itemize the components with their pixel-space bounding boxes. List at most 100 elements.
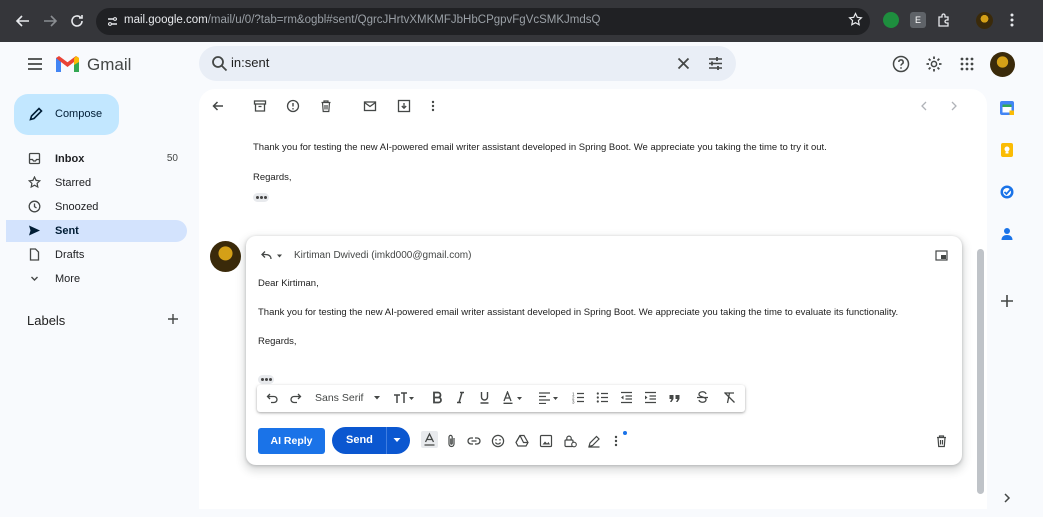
inbox-unread-count: 50 (166, 153, 178, 164)
send-options-icon[interactable] (392, 436, 402, 444)
send-button[interactable]: Send (332, 427, 410, 454)
chevron-down-icon[interactable] (373, 395, 381, 401)
draft-icon (29, 248, 40, 261)
reply-compose-card: Kirtiman Dwivedi (imkd000@gmail.com) Dea… (246, 236, 962, 465)
star-icon (28, 176, 41, 189)
delete-trash-icon[interactable] (319, 99, 333, 113)
newer-message-icon[interactable] (918, 99, 930, 113)
insert-signature-icon[interactable] (587, 434, 601, 448)
extension-e-icon[interactable]: E (910, 12, 926, 28)
insert-emoji-icon[interactable] (491, 434, 505, 448)
bulleted-list-icon[interactable] (596, 391, 609, 404)
older-message-icon[interactable] (948, 99, 960, 113)
recipient-field[interactable]: Kirtiman Dwivedi (imkd000@gmail.com) (294, 250, 471, 261)
kebab-menu-icon[interactable] (1004, 12, 1020, 28)
help-icon[interactable] (892, 55, 910, 73)
strikethrough-icon[interactable] (696, 391, 709, 404)
remove-formatting-icon[interactable] (723, 391, 736, 404)
reload-icon[interactable] (68, 12, 86, 30)
settings-gear-icon[interactable] (925, 55, 943, 73)
contacts-icon[interactable] (999, 226, 1015, 242)
numbered-list-icon[interactable]: 123 (572, 391, 585, 404)
sidebar-item-more[interactable]: More (14, 268, 186, 290)
extensions-puzzle-icon[interactable] (936, 12, 952, 28)
sidebar-item-drafts[interactable]: Drafts (14, 244, 186, 266)
search-bar (199, 46, 736, 81)
main-menu-icon[interactable] (26, 55, 44, 73)
sidebar-item-label: Inbox (55, 153, 85, 165)
ai-reply-button[interactable]: AI Reply (258, 428, 325, 454)
sidebar-item-snoozed[interactable]: Snoozed (14, 196, 186, 218)
browser-toolbar: mail.google.com/mail/u/0/?tab=rm&ogbl#se… (0, 0, 1043, 42)
font-size-icon[interactable] (393, 391, 415, 404)
indent-more-icon[interactable] (644, 391, 657, 404)
search-input[interactable] (231, 55, 651, 70)
back-to-list-icon[interactable] (211, 99, 225, 113)
bold-icon[interactable] (432, 391, 443, 404)
italic-icon[interactable] (455, 391, 466, 404)
confidential-mode-icon[interactable] (563, 434, 577, 448)
forward-arrow-icon[interactable] (41, 12, 59, 30)
show-trimmed-content-icon[interactable] (258, 375, 274, 384)
sidebar-item-sent[interactable]: Sent (6, 220, 187, 242)
report-spam-icon[interactable] (286, 99, 300, 113)
search-options-icon[interactable] (707, 55, 724, 72)
scrollbar-thumb[interactable] (977, 249, 984, 494)
get-add-ons-icon[interactable] (999, 293, 1015, 309)
insert-drive-icon[interactable] (515, 434, 529, 448)
extension-green-icon[interactable] (883, 12, 899, 28)
formatting-toolbar: Sans Serif 123 (257, 385, 745, 412)
archive-icon[interactable] (253, 99, 267, 113)
sender-avatar (210, 241, 241, 272)
clear-search-icon[interactable] (675, 55, 692, 72)
redo-icon[interactable] (289, 391, 302, 404)
move-to-icon[interactable] (397, 99, 411, 113)
calendar-icon[interactable] (999, 100, 1015, 116)
discard-draft-icon[interactable] (935, 434, 948, 448)
back-arrow-icon[interactable] (14, 12, 32, 30)
reply-type-icon[interactable] (260, 250, 288, 262)
more-options-icon[interactable] (429, 99, 437, 113)
sidebar-item-label: More (55, 273, 81, 285)
sidebar-item-label: Drafts (55, 249, 85, 261)
reply-signoff[interactable]: Regards, (258, 336, 297, 347)
indent-less-icon[interactable] (620, 391, 633, 404)
chevron-down-icon (31, 276, 38, 281)
insert-link-icon[interactable] (467, 434, 481, 448)
sidebar-item-label: Starred (55, 177, 92, 189)
align-icon[interactable] (538, 391, 560, 404)
gmail-wordmark[interactable]: Gmail (87, 55, 131, 75)
address-bar[interactable]: mail.google.com/mail/u/0/?tab=rm&ogbl#se… (96, 8, 870, 35)
more-options-icon[interactable] (613, 434, 619, 448)
sidebar-item-label: Snoozed (55, 201, 99, 213)
keep-icon[interactable] (999, 142, 1015, 158)
sidebar-item-inbox[interactable]: Inbox 50 (14, 148, 186, 170)
mark-unread-icon[interactable] (363, 99, 377, 113)
gmail-logo-icon[interactable] (55, 55, 80, 74)
underline-icon[interactable] (479, 391, 490, 404)
text-color-icon[interactable] (502, 391, 524, 404)
tasks-icon[interactable] (999, 184, 1015, 200)
apps-grid-icon[interactable] (958, 55, 976, 73)
attach-file-icon[interactable] (446, 434, 458, 448)
reply-greeting[interactable]: Dear Kirtiman, (258, 278, 319, 289)
undo-icon[interactable] (266, 391, 279, 404)
add-label-icon[interactable] (166, 312, 180, 326)
expand-side-panel-icon[interactable] (1001, 491, 1013, 505)
font-family-select[interactable]: Sans Serif (315, 392, 363, 404)
insert-photo-icon[interactable] (539, 434, 553, 448)
profile-avatar[interactable] (976, 12, 993, 29)
bookmark-star-icon[interactable] (848, 12, 863, 27)
compose-button[interactable]: Compose (14, 94, 119, 135)
send-divider (386, 427, 387, 454)
account-avatar[interactable] (990, 52, 1015, 77)
site-settings-icon[interactable] (106, 15, 119, 28)
sidebar-item-starred[interactable]: Starred (14, 172, 186, 194)
quote-icon[interactable] (668, 391, 681, 404)
pop-out-reply-icon[interactable] (935, 250, 948, 261)
reply-body-text[interactable]: Thank you for testing the new AI-powered… (258, 307, 898, 318)
show-trimmed-content-icon[interactable] (253, 193, 269, 202)
search-icon[interactable] (211, 55, 228, 72)
formatting-options-icon[interactable] (421, 431, 438, 448)
notification-dot (623, 431, 627, 435)
